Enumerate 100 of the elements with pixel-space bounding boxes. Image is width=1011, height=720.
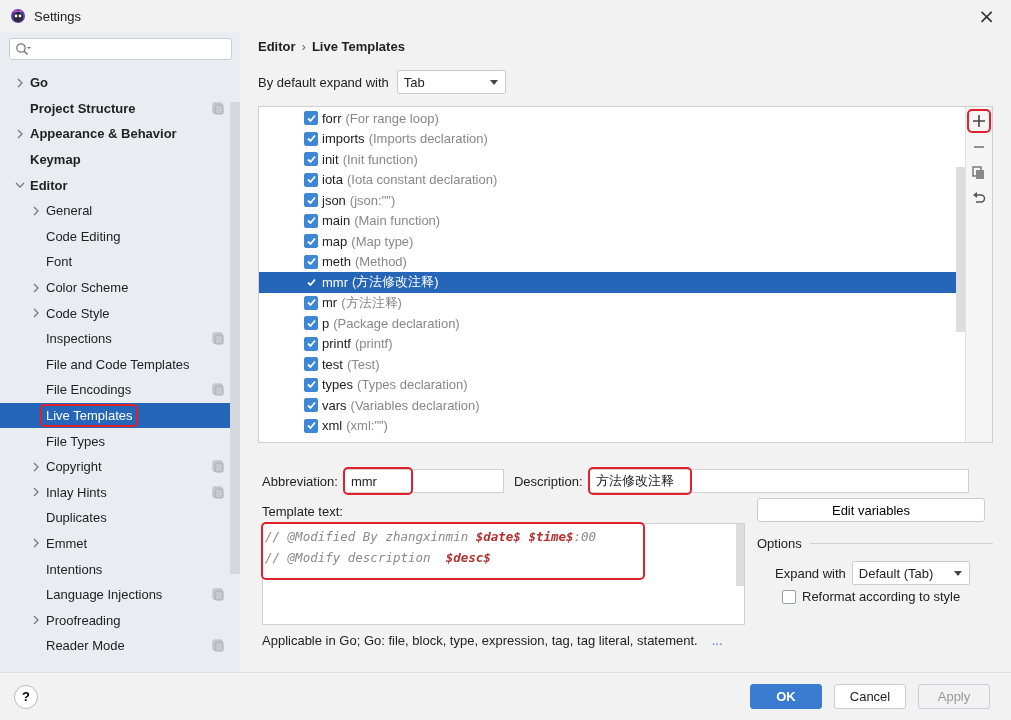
checkbox[interactable] [304,193,318,208]
tree-item[interactable]: Reader Mode [43,637,128,655]
template-row[interactable]: json (json:"") [259,190,956,211]
add-button[interactable] [969,111,989,131]
help-button[interactable]: ? [14,684,38,709]
check-icon [305,133,317,145]
tree-item[interactable]: Code Editing [43,227,124,245]
tree-item[interactable]: File and Code Templates [43,355,193,373]
checkbox[interactable] [304,336,318,351]
tree-item[interactable]: Inlay Hints [43,483,110,501]
template-abbreviation: xml [322,418,343,434]
field-label: Abbreviation: [262,473,338,489]
check-icon [305,420,317,432]
tree-item[interactable]: Inspections [43,330,115,348]
app-logo-icon [10,8,26,24]
tree-item[interactable]: Font [43,253,75,271]
check-icon [305,317,317,329]
template-description: (方法修改注释) [352,273,439,292]
applicable-contexts-text: Applicable in Go; Go: file, block, type, expression, tag, tag literal, statement. [262,633,698,648]
search-field[interactable] [9,38,232,60]
checkbox[interactable] [782,589,796,604]
template-description: (Types declaration) [357,377,468,393]
tree-item[interactable]: Go [27,74,52,92]
template-abbreviation: map [322,233,348,249]
template-row[interactable]: iota (Iota constant declaration) [259,169,956,190]
checkbox[interactable] [304,172,318,187]
copy-icon [972,166,986,180]
tree-item[interactable]: Intentions [43,560,106,578]
checkbox[interactable] [304,398,318,413]
tree-item[interactable]: Live Templates [43,407,136,424]
tree-item[interactable]: Code Style [43,304,113,322]
template-abbreviation: mmr [322,274,348,290]
check-icon [305,256,317,268]
expand-dropdown[interactable]: Default (Tab) [851,561,970,585]
tree-item[interactable]: Proofreading [43,611,124,629]
check-icon [305,194,317,206]
tree-item[interactable]: Duplicates [43,509,110,527]
edit-variables-button[interactable]: Edit variables [757,498,985,522]
template-row[interactable]: map (Map type) [259,231,956,252]
template-row[interactable]: init (Init function) [259,149,956,170]
template-row[interactable]: mmr (方法修改注释) [259,272,956,293]
tree-item[interactable]: General [43,202,96,220]
tree-item[interactable]: File Types [43,432,108,450]
checkbox[interactable] [304,295,318,310]
template-abbreviation: printf [322,336,351,352]
template-row[interactable]: xml (xml:"") [259,415,956,436]
expand-dropdown[interactable]: Tab [396,70,506,94]
template-editor[interactable]: // @Modified By zhangxinmin $date$ $time$:00 // @Modify description $desc$ [262,523,745,625]
tree-item[interactable]: Language Injections [43,586,166,604]
checkbox[interactable] [304,131,318,146]
tree-item[interactable]: File Encodings [43,381,135,399]
search-icon [15,42,31,56]
template-abbreviation: imports [322,131,365,147]
tree-item[interactable]: Keymap [27,151,84,169]
checkbox[interactable] [304,357,318,372]
breadcrumb-item[interactable]: Editor [258,38,296,54]
tree-item[interactable]: Color Scheme [43,279,132,297]
scrollbar-thumb[interactable] [956,167,965,332]
dropdown-arrow-icon [952,569,963,577]
scrollbar-thumb[interactable] [736,524,744,586]
checkbox[interactable] [304,316,318,331]
template-abbreviation: types [322,377,354,393]
checkbox[interactable] [304,111,318,126]
field-label: Expand with [775,565,846,581]
template-row[interactable]: test (Test) [259,354,956,375]
checkbox[interactable] [304,254,318,269]
checkbox[interactable] [304,213,318,228]
more-link[interactable]: ... [711,633,723,648]
tree-item[interactable]: Editor [27,176,71,194]
breadcrumb-item[interactable]: Live Templates [311,38,405,54]
template-row[interactable]: vars (Variables declaration) [259,395,956,416]
template-row[interactable]: meth (Method) [259,251,956,272]
tree-item[interactable]: Project Structure [27,99,139,117]
template-row[interactable]: mr (方法注释) [259,292,956,313]
template-row[interactable]: forr (For range loop) [259,108,956,129]
checkbox[interactable] [304,377,318,392]
tree-item[interactable]: Copyright [43,458,105,476]
check-icon [305,358,317,370]
check-icon [305,112,317,124]
checkbox[interactable] [304,152,318,167]
template-row[interactable]: main (Main function) [259,210,956,231]
template-row[interactable]: imports (Imports declaration) [259,128,956,149]
template-description: (Package declaration) [333,315,460,331]
template-row[interactable]: p (Package declaration) [259,313,956,334]
checkbox[interactable] [304,418,318,433]
template-description: (Main function) [354,213,441,229]
checkbox[interactable] [304,234,318,249]
code-line: // @Modify description $desc$ [265,549,492,567]
tree-item[interactable]: Emmet [43,535,91,552]
dialog-button[interactable]: Cancel [834,684,906,709]
tree-item[interactable]: Appearance & Behavior [27,125,180,143]
scrollbar-thumb[interactable] [230,102,240,574]
template-row[interactable]: types (Types declaration) [259,374,956,395]
window-title: Settings [34,8,81,24]
section-title: Options [757,536,802,551]
dialog-button[interactable]: OK [750,684,822,709]
close-button[interactable]: × [972,4,1001,28]
checkbox-label: Reformat according to style [802,589,961,604]
check-icon [305,297,317,309]
template-row[interactable]: printf (printf) [259,333,956,354]
